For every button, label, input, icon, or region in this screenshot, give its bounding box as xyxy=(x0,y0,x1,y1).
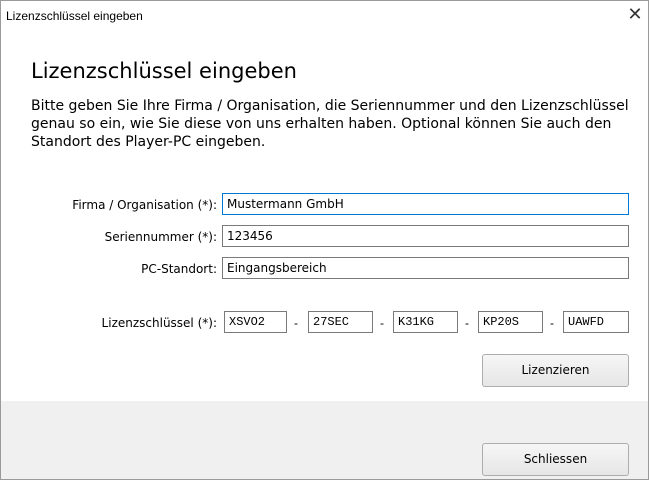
license-separator: - xyxy=(465,316,469,330)
window-title: Lizenzschlüssel eingeben xyxy=(6,9,143,23)
page-title: Lizenzschlüssel eingeben xyxy=(31,59,297,83)
license-part-4[interactable] xyxy=(478,311,543,333)
dialog-footer: Schliessen xyxy=(1,401,648,479)
location-field[interactable] xyxy=(222,257,629,279)
license-button[interactable]: Lizenzieren xyxy=(482,354,629,387)
serial-label: Seriennummer (*): xyxy=(104,230,217,244)
dialog-content: Lizenzschlüssel eingeben Bitte geben Sie… xyxy=(1,29,648,401)
license-part-3[interactable] xyxy=(393,311,458,333)
license-part-5[interactable] xyxy=(563,311,629,333)
location-label: PC-Standort: xyxy=(141,262,217,276)
company-label: Firma / Organisation (*): xyxy=(72,198,217,212)
license-label: Lizenzschlüssel (*): xyxy=(101,316,217,330)
license-separator: - xyxy=(380,316,384,330)
close-button[interactable]: Schliessen xyxy=(482,443,629,476)
license-dialog: Lizenzschlüssel eingeben ✕ Lizenzschlüss… xyxy=(0,0,649,480)
title-bar: Lizenzschlüssel eingeben ✕ xyxy=(1,1,648,29)
intro-text: Bitte geben Sie Ihre Firma / Organisatio… xyxy=(31,98,629,150)
license-separator: - xyxy=(294,316,298,330)
license-separator: - xyxy=(550,316,554,330)
company-field[interactable] xyxy=(222,193,629,215)
serial-field[interactable] xyxy=(222,225,629,247)
close-icon[interactable]: ✕ xyxy=(624,4,646,26)
license-part-2[interactable] xyxy=(308,311,373,333)
license-part-1[interactable] xyxy=(224,311,287,333)
